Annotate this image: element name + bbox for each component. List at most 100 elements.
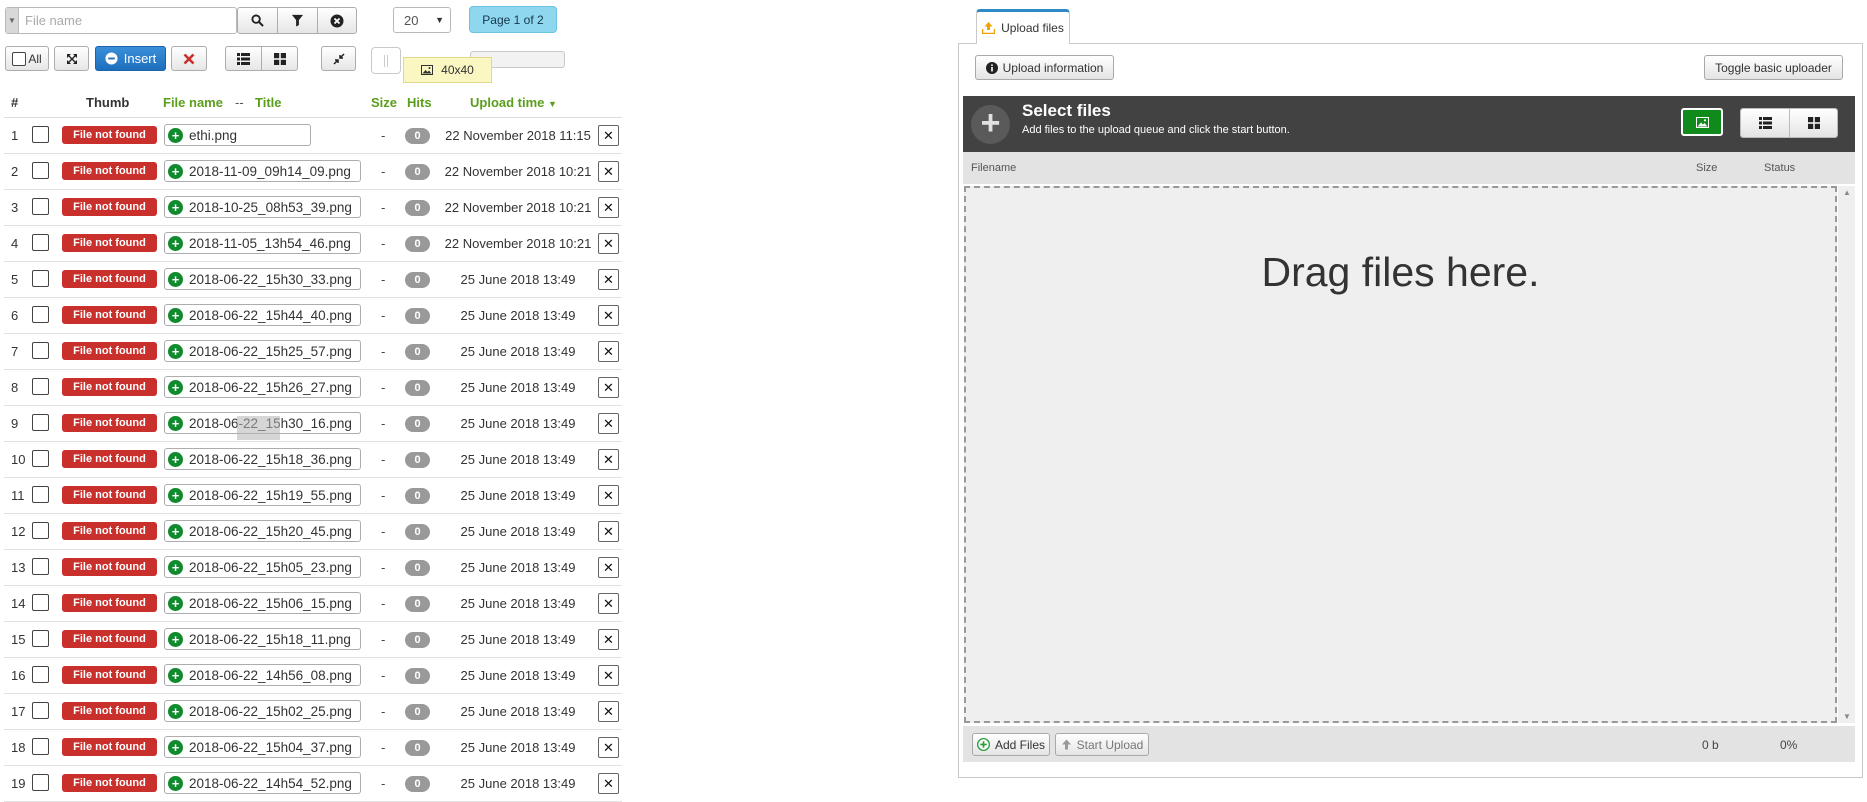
- file-name-field[interactable]: +2018-06-22_15h19_55.png: [164, 484, 361, 506]
- insert-button[interactable]: Insert: [95, 46, 166, 71]
- row-checkbox[interactable]: [32, 522, 49, 539]
- row-checkbox[interactable]: [32, 486, 49, 503]
- plus-circle-icon[interactable]: +: [168, 163, 183, 179]
- filter-button[interactable]: [277, 7, 318, 34]
- toggle-basic-uploader-button[interactable]: Toggle basic uploader: [1704, 55, 1843, 80]
- delete-row-button[interactable]: ✕: [598, 593, 619, 614]
- col-filename[interactable]: File name: [163, 95, 223, 110]
- delete-row-button[interactable]: ✕: [598, 737, 619, 758]
- plus-circle-icon[interactable]: +: [168, 127, 183, 143]
- plus-circle-icon[interactable]: +: [168, 487, 183, 503]
- file-name-field[interactable]: +2018-06-22_15h30_33.png: [164, 268, 361, 290]
- file-name-field[interactable]: +2018-06-22_15h04_37.png: [164, 736, 361, 758]
- delete-row-button[interactable]: ✕: [598, 125, 619, 146]
- add-files-button[interactable]: Add Files: [972, 733, 1050, 756]
- file-name-field[interactable]: +2018-06-22_14h56_08.png: [164, 664, 361, 686]
- thumb-size-slider-handle[interactable]: [371, 47, 401, 74]
- file-name-field[interactable]: +2018-06-22_15h06_15.png: [164, 592, 361, 614]
- delete-row-button[interactable]: ✕: [598, 269, 619, 290]
- row-checkbox[interactable]: [32, 558, 49, 575]
- row-checkbox[interactable]: [32, 666, 49, 683]
- col-hits[interactable]: Hits: [407, 95, 432, 110]
- delete-row-button[interactable]: ✕: [598, 629, 619, 650]
- delete-row-button[interactable]: ✕: [598, 197, 619, 218]
- select-all-button[interactable]: All: [5, 46, 49, 71]
- file-name-field[interactable]: +2018-06-22_15h18_11.png: [164, 628, 361, 650]
- uploader-grid-view-button[interactable]: [1789, 109, 1837, 137]
- file-name-field[interactable]: +2018-06-22_15h18_36.png: [164, 448, 361, 470]
- tab-upload-files[interactable]: Upload files: [976, 9, 1070, 44]
- row-checkbox[interactable]: [32, 414, 49, 431]
- select-all-checkbox[interactable]: [12, 51, 27, 66]
- col-title[interactable]: Title: [255, 95, 282, 110]
- thumbnail-view-button[interactable]: [1681, 108, 1723, 136]
- delete-selected-button[interactable]: [171, 46, 207, 71]
- plus-circle-icon[interactable]: +: [168, 667, 183, 683]
- row-checkbox[interactable]: [32, 594, 49, 611]
- list-view-button[interactable]: [225, 46, 262, 71]
- file-name-field[interactable]: +2018-06-22_15h02_25.png: [164, 700, 361, 722]
- search-button[interactable]: [237, 7, 278, 34]
- search-input[interactable]: [19, 8, 236, 33]
- plus-circle-icon[interactable]: +: [168, 451, 183, 467]
- upload-information-button[interactable]: Upload information: [975, 55, 1114, 80]
- plus-circle-icon[interactable]: +: [168, 379, 183, 395]
- clear-search-button[interactable]: [317, 7, 357, 34]
- row-checkbox[interactable]: [32, 342, 49, 359]
- drop-zone[interactable]: Drag files here.: [964, 186, 1837, 723]
- plus-circle-icon[interactable]: +: [168, 631, 183, 647]
- delete-row-button[interactable]: ✕: [598, 341, 619, 362]
- delete-row-button[interactable]: ✕: [598, 521, 619, 542]
- delete-row-button[interactable]: ✕: [598, 161, 619, 182]
- delete-row-button[interactable]: ✕: [598, 305, 619, 326]
- row-checkbox[interactable]: [32, 162, 49, 179]
- delete-row-button[interactable]: ✕: [598, 485, 619, 506]
- search-options-dropdown[interactable]: ▼: [6, 8, 19, 33]
- file-name-field[interactable]: +2018-06-22_15h26_27.png: [164, 376, 361, 398]
- file-name-field[interactable]: +2018-06-22_15h25_57.png: [164, 340, 361, 362]
- delete-row-button[interactable]: ✕: [598, 413, 619, 434]
- delete-row-button[interactable]: ✕: [598, 449, 619, 470]
- row-checkbox[interactable]: [32, 630, 49, 647]
- row-checkbox[interactable]: [32, 738, 49, 755]
- plus-circle-icon[interactable]: +: [168, 199, 183, 215]
- pagination[interactable]: Page 1 of 2: [469, 6, 557, 33]
- row-checkbox[interactable]: [32, 702, 49, 719]
- row-checkbox[interactable]: [32, 378, 49, 395]
- start-upload-button[interactable]: Start Upload: [1055, 733, 1149, 756]
- uploader-list-view-button[interactable]: [1741, 109, 1789, 137]
- plus-circle-icon[interactable]: +: [168, 739, 183, 755]
- plus-circle-icon[interactable]: +: [168, 271, 183, 287]
- grid-view-button[interactable]: [261, 46, 298, 71]
- row-checkbox[interactable]: [32, 774, 49, 791]
- plus-circle-icon[interactable]: +: [168, 775, 183, 791]
- plus-circle-icon[interactable]: +: [168, 703, 183, 719]
- row-checkbox[interactable]: [32, 234, 49, 251]
- row-checkbox[interactable]: [32, 306, 49, 323]
- file-name-field[interactable]: +2018-11-05_13h54_46.png: [164, 232, 361, 254]
- row-checkbox[interactable]: [32, 126, 49, 143]
- delete-row-button[interactable]: ✕: [598, 233, 619, 254]
- file-name-field[interactable]: +2018-06-22_15h44_40.png: [164, 304, 361, 326]
- file-name-field[interactable]: + ethi.png: [164, 124, 311, 146]
- file-name-field[interactable]: +2018-06-22_15h05_23.png: [164, 556, 361, 578]
- file-name-field[interactable]: +2018-11-09_09h14_09.png: [164, 160, 361, 182]
- per-page-select[interactable]: 20 ▼: [393, 7, 451, 33]
- col-upload-time[interactable]: Upload time ▼: [470, 95, 557, 110]
- row-checkbox[interactable]: [32, 198, 49, 215]
- file-name-field[interactable]: +2018-10-25_08h53_39.png: [164, 196, 361, 218]
- delete-row-button[interactable]: ✕: [598, 377, 619, 398]
- row-checkbox[interactable]: [32, 450, 49, 467]
- collapse-button[interactable]: [321, 46, 356, 71]
- delete-row-button[interactable]: ✕: [598, 665, 619, 686]
- plus-circle-icon[interactable]: +: [168, 235, 183, 251]
- delete-row-button[interactable]: ✕: [598, 701, 619, 722]
- plus-circle-icon[interactable]: +: [168, 559, 183, 575]
- file-name-field[interactable]: +2018-06-22_15h20_45.png: [164, 520, 361, 542]
- col-size[interactable]: Size: [371, 95, 397, 110]
- plus-circle-icon[interactable]: +: [168, 595, 183, 611]
- plus-icon[interactable]: +: [971, 105, 1010, 144]
- plus-circle-icon[interactable]: +: [168, 307, 183, 323]
- plus-circle-icon[interactable]: +: [168, 343, 183, 359]
- queue-scrollbar[interactable]: ▲ ▼: [1838, 186, 1855, 723]
